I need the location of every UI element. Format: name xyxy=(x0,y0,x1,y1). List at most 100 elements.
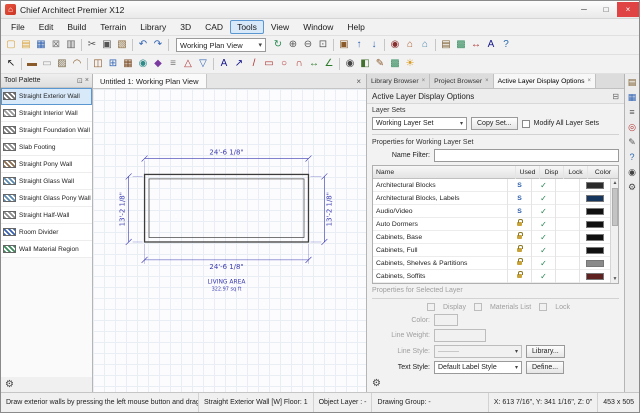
scroll-up-icon[interactable]: ▲ xyxy=(611,179,619,187)
layer-row[interactable]: Architectural BlocksS✓ xyxy=(373,179,610,192)
color-swatch-button[interactable] xyxy=(434,314,458,326)
modify-all-checkbox[interactable] xyxy=(522,120,530,128)
door-tool-icon[interactable]: ◫ xyxy=(91,57,105,72)
text-style-select[interactable]: Default Label Style ▾ xyxy=(434,361,522,374)
header-name[interactable]: Name xyxy=(373,166,516,179)
palette-close-icon[interactable]: × xyxy=(85,77,89,84)
layer-row[interactable]: Architectural Blocks, LabelsS✓ xyxy=(373,192,610,205)
header-disp[interactable]: Disp xyxy=(540,166,564,179)
select-objects-icon[interactable]: ↖ xyxy=(4,57,18,72)
text-tool-icon[interactable]: A xyxy=(217,57,231,72)
menu-cad[interactable]: CAD xyxy=(198,20,230,34)
palette-item-straight-pony-wall[interactable]: Straight Pony Wall xyxy=(1,156,92,173)
layer-lock-cell[interactable] xyxy=(556,257,580,270)
menu-terrain[interactable]: Terrain xyxy=(93,20,133,34)
cad-arc-icon[interactable]: ∩ xyxy=(292,57,306,72)
layer-display-cell[interactable]: ✓ xyxy=(532,205,556,218)
help-icon[interactable]: ? xyxy=(499,38,513,53)
layer-row[interactable]: Cabinets, Soffits✓ xyxy=(373,270,610,283)
save-plan-icon[interactable]: ▦ xyxy=(34,38,48,53)
roof-tool-icon[interactable]: △ xyxy=(181,57,195,72)
menu-tools[interactable]: Tools xyxy=(230,20,264,34)
window-tool-icon[interactable]: ⊞ xyxy=(106,57,120,72)
fill-window-icon[interactable]: ⊡ xyxy=(316,38,330,53)
layer-display-cell[interactable]: ✓ xyxy=(532,179,556,192)
new-plan-icon[interactable]: ▢ xyxy=(4,38,18,53)
close-button[interactable]: × xyxy=(617,2,639,17)
layer-row[interactable]: Auto Dormers✓ xyxy=(373,218,610,231)
layer-color-cell[interactable] xyxy=(580,257,610,270)
reference-display-icon[interactable]: ▣ xyxy=(337,38,351,53)
header-lock[interactable]: Lock xyxy=(564,166,588,179)
layer-row[interactable]: Cabinets, Base✓ xyxy=(373,231,610,244)
library-icon[interactable]: ▤ xyxy=(439,38,453,53)
define-button[interactable]: Define... xyxy=(526,361,564,374)
layer-lock-cell[interactable] xyxy=(556,218,580,231)
furniture-tool-icon[interactable]: ◆ xyxy=(151,57,165,72)
layer-display-cell[interactable]: ✓ xyxy=(532,244,556,257)
gear-icon[interactable]: ⚙ xyxy=(5,380,14,390)
layer-display-cell[interactable]: ✓ xyxy=(532,270,556,283)
copy-icon[interactable]: ▣ xyxy=(100,38,114,53)
interior-wall-icon[interactable]: ▭ xyxy=(40,57,54,72)
rail-library-icon[interactable]: ▤ xyxy=(628,78,637,87)
angle-dimension-icon[interactable]: ∠ xyxy=(322,57,336,72)
line-style-select[interactable]: ——— ▾ xyxy=(434,345,522,358)
elevation-tool-icon[interactable]: ◧ xyxy=(358,57,372,72)
palette-item-straight-glass-wall[interactable]: Straight Glass Wall xyxy=(1,173,92,190)
palette-item-straight-glass-pony-wall[interactable]: Straight Glass Pony Wall xyxy=(1,190,92,207)
cut-icon[interactable]: ✂ xyxy=(85,38,99,53)
tab-close-icon[interactable]: × xyxy=(422,78,426,84)
materials-icon[interactable]: ▩ xyxy=(454,38,468,53)
undo-icon[interactable]: ↶ xyxy=(136,38,150,53)
palette-item-straight-foundation-wall[interactable]: Straight Foundation Wall xyxy=(1,122,92,139)
leader-line-icon[interactable]: ↗ xyxy=(232,57,246,72)
stairs-tool-icon[interactable]: ≡ xyxy=(166,57,180,72)
plan-canvas[interactable]: 24'-6 1/8" 24'-6 1/8" 13'-2 1/8" 13'-2 1… xyxy=(93,89,366,392)
layer-lock-cell[interactable] xyxy=(556,231,580,244)
layer-display-cell[interactable]: ✓ xyxy=(532,257,556,270)
maximize-button[interactable]: □ xyxy=(595,2,617,17)
layer-color-cell[interactable] xyxy=(580,218,610,231)
dimension-tool-icon[interactable]: ↔ xyxy=(307,57,321,72)
materials-list-checkbox[interactable] xyxy=(474,303,482,311)
text-icon[interactable]: A xyxy=(484,38,498,53)
copy-set-button[interactable]: Copy Set... xyxy=(471,117,518,130)
sun-angle-icon[interactable]: ☀ xyxy=(403,57,417,72)
document-close-icon[interactable]: × xyxy=(351,77,366,86)
palette-item-wall-material-region[interactable]: Wall Material Region xyxy=(1,241,92,258)
zoom-out-icon[interactable]: ⊖ xyxy=(301,38,315,53)
perspective-view-icon[interactable]: ⌂ xyxy=(403,38,417,53)
layer-row[interactable]: Cabinets, Full✓ xyxy=(373,244,610,257)
floor-up-icon[interactable]: ↑ xyxy=(352,38,366,53)
line-weight-input[interactable] xyxy=(434,329,486,342)
print-icon[interactable]: ▥ xyxy=(64,38,78,53)
palette-item-straight-interior-wall[interactable]: Straight Interior Wall xyxy=(1,105,92,122)
rail-camera-icon[interactable]: ◉ xyxy=(628,168,636,177)
menu-library[interactable]: Library xyxy=(133,20,173,34)
layer-display-cell[interactable]: ✓ xyxy=(532,231,556,244)
fixture-tool-icon[interactable]: ◉ xyxy=(136,57,150,72)
palette-item-slab-footing[interactable]: Slab Footing xyxy=(1,139,92,156)
layer-lock-cell[interactable] xyxy=(556,244,580,257)
menu-build[interactable]: Build xyxy=(60,20,93,34)
layer-set-select[interactable]: Working Layer Set ▾ xyxy=(372,117,467,130)
layer-row[interactable]: Cabinets, Shelves & Partitions✓ xyxy=(373,257,610,270)
panel-menu-icon[interactable]: ⊟ xyxy=(612,92,619,101)
library-button[interactable]: Library... xyxy=(526,345,565,358)
material-eyedropper-icon[interactable]: ▩ xyxy=(388,57,402,72)
layer-color-cell[interactable] xyxy=(580,270,610,283)
pin-icon[interactable]: ⊡ xyxy=(77,77,83,85)
floor-down-icon[interactable]: ↓ xyxy=(367,38,381,53)
paste-icon[interactable]: ▧ xyxy=(115,38,129,53)
layer-color-cell[interactable] xyxy=(580,192,610,205)
rail-settings-icon[interactable]: ⚙ xyxy=(628,183,636,192)
palette-item-straight-exterior-wall[interactable]: Straight Exterior Wall xyxy=(1,88,92,105)
menu-3d[interactable]: 3D xyxy=(173,20,198,34)
zoom-in-icon[interactable]: ⊕ xyxy=(286,38,300,53)
glass-house-view-icon[interactable]: ⌂ xyxy=(418,38,432,53)
straight-wall-icon[interactable]: ▬ xyxy=(25,57,39,72)
deck-railing-icon[interactable]: ▨ xyxy=(55,57,69,72)
close-view-icon[interactable]: ⊠ xyxy=(49,38,63,53)
camera-tool-icon[interactable]: ◉ xyxy=(343,57,357,72)
